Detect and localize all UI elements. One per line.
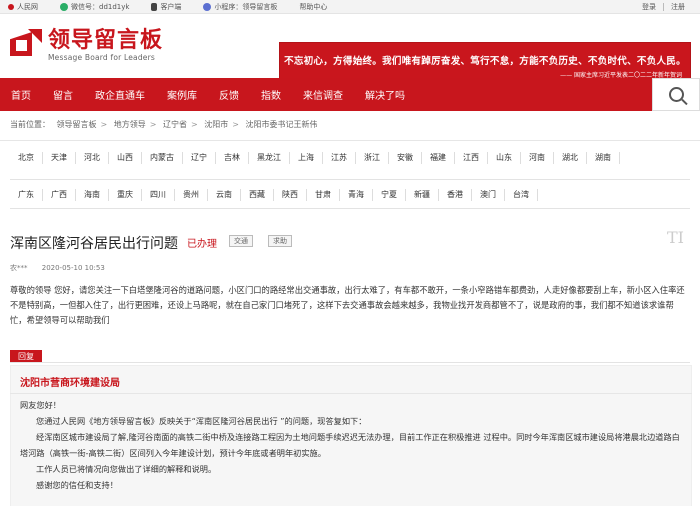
nav-cases[interactable]: 案例库 — [156, 87, 208, 102]
nav-feedback[interactable]: 反馈 — [208, 87, 250, 102]
province-link[interactable]: 辽宁 — [183, 152, 216, 164]
province-link[interactable]: 台湾 — [505, 189, 538, 201]
post-author: 农*** — [10, 264, 28, 272]
nav-survey[interactable]: 来信调查 — [292, 87, 354, 102]
site-logo[interactable]: 领导留言板 Message Board for Leaders — [10, 29, 163, 62]
province-link[interactable]: 贵州 — [175, 189, 208, 201]
wechat-icon — [60, 2, 68, 11]
help-link[interactable]: 帮助中心 — [299, 2, 327, 12]
post-content: 尊敬的领导 您好，请您关注一下白塔堡隆河谷的道路问题，小区门口的路经常出交通事故… — [10, 285, 685, 325]
people-icon — [8, 3, 14, 10]
top-utility-bar: 人民网 微信号：dd1d1yk 客户端 小程序：领导留言板 帮助中心 登录 注册 — [0, 0, 700, 14]
crumb-province[interactable]: 辽宁省 — [163, 120, 187, 129]
breadcrumb: 当前位置： 领导留言板 > 地方领导 > 辽宁省 > 沈阳市 > 沈阳市委书记王新伟 — [10, 120, 318, 129]
crumb-city[interactable]: 沈阳市 — [204, 120, 228, 129]
nav-gov-direct[interactable]: 政企直通车 — [84, 87, 156, 102]
crumb-board[interactable]: 领导留言板 — [57, 120, 97, 129]
province-link[interactable]: 广东 — [10, 189, 43, 201]
province-link[interactable]: 河南 — [521, 152, 554, 164]
nav-solved[interactable]: 解决了吗 — [354, 87, 416, 102]
banner-quote: 不忘初心，方得始终。我们唯有踔厉奋发、笃行不怠，方能不负历史、不负时代、不负人民… — [284, 56, 686, 67]
miniapp-icon — [203, 2, 212, 11]
province-link[interactable]: 广西 — [43, 189, 76, 201]
search-button[interactable] — [652, 78, 700, 111]
tag-help[interactable]: 求助 — [268, 235, 292, 247]
main-nav: 首页 留言 政企直通车 案例库 反馈 指数 来信调查 解决了吗 — [0, 78, 700, 111]
crumb-leader[interactable]: 沈阳市委书记王新伟 — [246, 120, 318, 129]
miniapp-link[interactable]: 小程序：领导留言板 — [203, 2, 277, 12]
reply-org: 沈阳市营商环境建设局 — [20, 378, 120, 389]
province-link[interactable]: 香港 — [439, 189, 472, 201]
register-link[interactable]: 注册 — [664, 2, 692, 12]
people-link[interactable]: 人民网 — [8, 2, 38, 12]
province-link[interactable]: 湖北 — [554, 152, 587, 164]
login-link[interactable]: 登录 — [635, 2, 663, 12]
font-size-icon[interactable]: TI — [667, 228, 684, 247]
province-list-row1: 北京 天津 河北 山西 内蒙古 辽宁 吉林 黑龙江 上海 江苏 浙江 安徽 福建 江西 山东 河南 湖北 湖南 — [10, 152, 690, 164]
nav-home[interactable]: 首页 — [0, 87, 42, 102]
province-link[interactable]: 甘肃 — [307, 189, 340, 201]
province-link[interactable]: 江西 — [455, 152, 488, 164]
divider — [0, 140, 700, 141]
reply-paragraph: 工作人员已将情况向您做出了详细的解释和说明。 — [36, 464, 217, 474]
search-icon — [668, 87, 684, 102]
province-link[interactable]: 安徽 — [389, 152, 422, 164]
province-link[interactable]: 吉林 — [216, 152, 249, 164]
province-link[interactable]: 内蒙古 — [142, 152, 183, 164]
nav-index[interactable]: 指数 — [250, 87, 292, 102]
reply-paragraph: 感谢您的信任和支持！ — [36, 480, 118, 490]
province-link[interactable]: 澳门 — [472, 189, 505, 201]
divider — [10, 179, 690, 180]
site-header: 领导留言板 Message Board for Leaders 不忘初心，方得始… — [0, 14, 700, 81]
province-link[interactable]: 黑龙江 — [249, 152, 290, 164]
slogan-banner: 不忘初心，方得始终。我们唯有踔厉奋发、笃行不怠，方能不负历史、不负时代、不负人民… — [279, 42, 691, 80]
reply-paragraph: 您通过人民网《地方领导留言板》反映关于“浑南区隆河谷居民出行 ”的问题，现答复如… — [36, 416, 367, 426]
province-link[interactable]: 云南 — [208, 189, 241, 201]
reply-content: 网友您好！ 您通过人民网《地方领导留言板》反映关于“浑南区隆河谷居民出行 ”的问… — [20, 397, 680, 493]
logo-subtitle: Message Board for Leaders — [48, 53, 156, 62]
province-list-row2: 广东 广西 海南 重庆 四川 贵州 云南 西藏 陕西 甘肃 青海 宁夏 新疆 香港 澳门 台湾 — [10, 189, 690, 201]
divider — [10, 208, 690, 209]
divider — [10, 362, 690, 363]
province-link[interactable]: 湖南 — [587, 152, 620, 164]
status-badge: 已办理 — [187, 239, 217, 250]
province-link[interactable]: 宁夏 — [373, 189, 406, 201]
logo-mark-icon — [10, 29, 44, 59]
divider — [10, 393, 692, 394]
province-link[interactable]: 北京 — [10, 152, 43, 164]
reply-greeting: 网友您好！ — [20, 400, 61, 410]
province-link[interactable]: 重庆 — [109, 189, 142, 201]
province-link[interactable]: 浙江 — [356, 152, 389, 164]
post-title: 浑南区隆河谷居民出行问题 — [10, 236, 178, 252]
client-link[interactable]: 客户端 — [151, 2, 181, 12]
reply-paragraph: 经浑南区城市建设局了解,隆河谷南面的高铁二街中桥及连接路工程因为土地问题手续迟迟… — [20, 432, 680, 458]
province-link[interactable]: 西藏 — [241, 189, 274, 201]
province-link[interactable]: 上海 — [290, 152, 323, 164]
phone-icon — [151, 2, 158, 11]
nav-messages[interactable]: 留言 — [42, 87, 84, 102]
tag-traffic[interactable]: 交通 — [229, 235, 253, 247]
crumb-local[interactable]: 地方领导 — [114, 120, 146, 129]
province-link[interactable]: 新疆 — [406, 189, 439, 201]
province-link[interactable]: 天津 — [43, 152, 76, 164]
province-link[interactable]: 四川 — [142, 189, 175, 201]
province-link[interactable]: 山西 — [109, 152, 142, 164]
province-link[interactable]: 河北 — [76, 152, 109, 164]
province-link[interactable]: 福建 — [422, 152, 455, 164]
logo-title: 领导留言板 — [48, 28, 164, 53]
province-link[interactable]: 海南 — [76, 189, 109, 201]
province-link[interactable]: 陕西 — [274, 189, 307, 201]
province-link[interactable]: 江苏 — [323, 152, 356, 164]
wechat-link[interactable]: 微信号：dd1d1yk — [60, 2, 129, 12]
post-meta: 农*** 2020-05-10 10:53 — [10, 263, 117, 273]
post-time: 2020-05-10 10:53 — [41, 264, 105, 272]
province-link[interactable]: 山东 — [488, 152, 521, 164]
province-link[interactable]: 青海 — [340, 189, 373, 201]
